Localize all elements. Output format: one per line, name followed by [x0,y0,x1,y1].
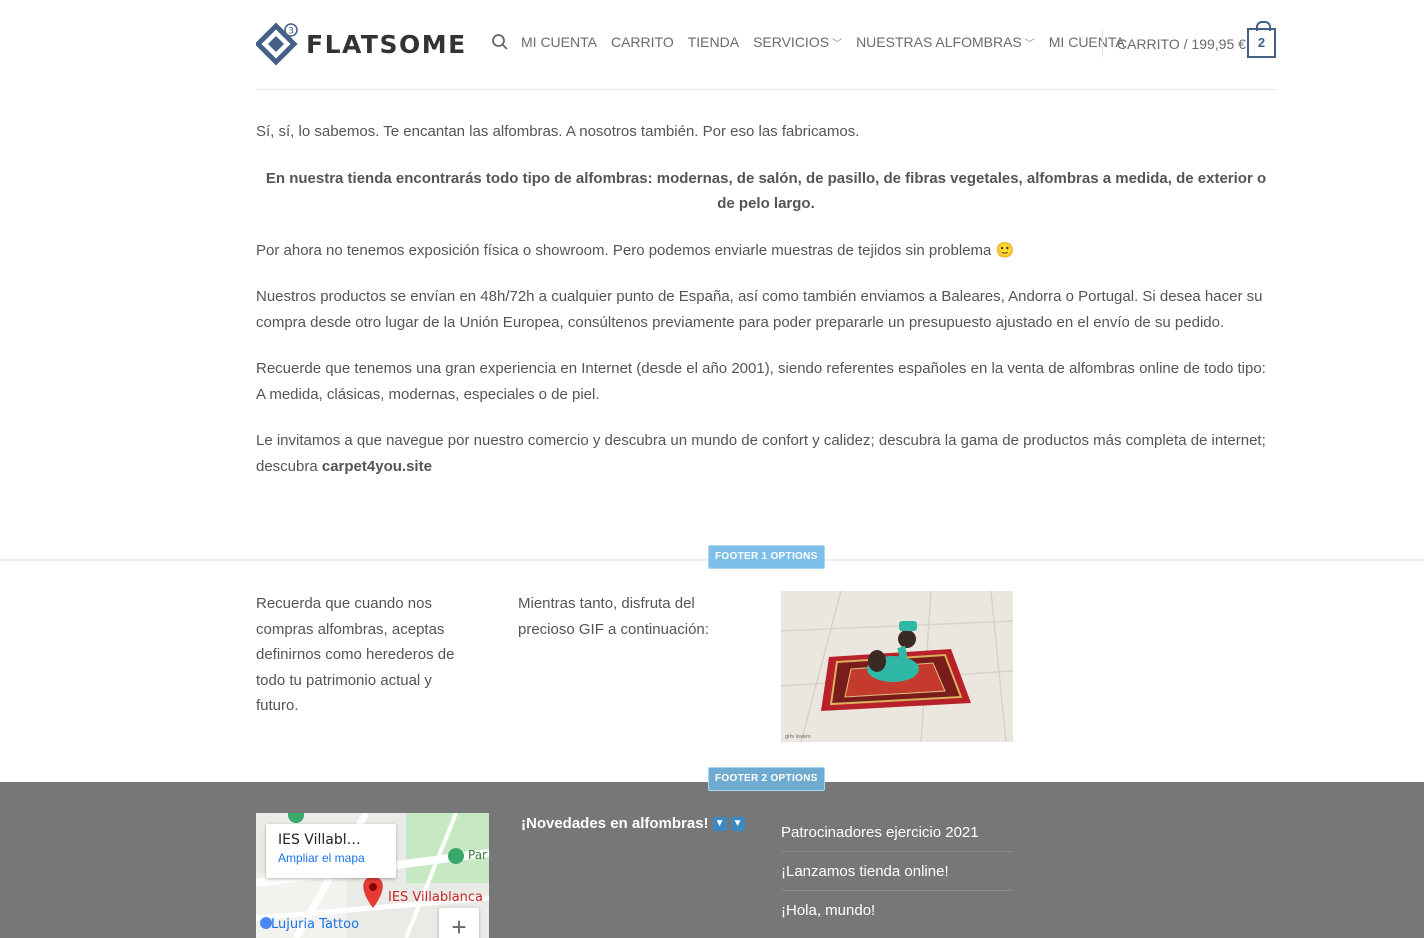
page-content: Sí, sí, lo sabemos. Te encantan las alfo… [256,119,1276,500]
footer1-col-text: Recuerda que cuando nos compras alfombra… [256,595,455,714]
site-link[interactable]: carpet4you.site [322,458,432,475]
logo-badge: 3 [288,27,294,37]
post-link[interactable]: Patrocinadores ejercicio 2021 [781,813,1013,852]
news-title: ¡Novedades en alfombras! ▼ ▼ [521,815,745,832]
footer2-section [0,782,1424,938]
nav-item-carrito[interactable]: CARRITO [611,34,674,50]
park-label: Par de [468,848,489,862]
carpet-gif-illustration: gifs lovers [781,591,1013,742]
embedded-map[interactable]: Par de IES Villablanca Lujuria Tattoo IE… [256,813,489,938]
down-arrow-icon: ▼ [730,816,745,831]
map-pin-label: IES Villablanca [388,890,483,905]
carpet-gif-image: gifs lovers [781,591,1013,742]
footer2-options-badge[interactable]: FOOTER 2 OPTIONS [708,767,825,791]
footer1-col-gif-intro: Mientras tanto, disfruta del precioso GI… [518,595,709,638]
site-logo[interactable]: 3 FLATSOME [256,22,467,66]
invite-paragraph: Le invitamos a que navegue por nuestro c… [256,432,1266,475]
nav-item-tienda[interactable]: TIENDA [688,34,739,50]
intro-paragraph: Sí, sí, lo sabemos. Te encantan las alfo… [256,123,860,140]
nav-divider [1102,29,1103,57]
nav-item-nuestras-alfombras[interactable]: NUESTRAS ALFOMBRAS ﹀ [856,34,1035,50]
experience-paragraph: Recuerde que tenemos una gran experienci… [256,360,1266,403]
down-arrow-icon: ▼ [712,816,727,831]
nav-item-mi-cuenta-2[interactable]: MI CUENTA [1049,34,1125,50]
nav-item-servicios[interactable]: SERVICIOS ﹀ [753,34,842,50]
gif-caption: gifs lovers [785,734,811,740]
cart-link[interactable]: CARRITO / 199,95 € [1117,36,1246,52]
footer1-options-badge[interactable]: FOOTER 1 OPTIONS [708,545,825,569]
logo-text: FLATSOME [306,29,467,59]
post-link[interactable]: ¡Lanzamos tienda online! [781,852,1013,891]
park-icon [448,848,464,864]
map-place-title: IES Villabl… [278,832,361,848]
search-icon[interactable] [491,33,509,51]
main-nav: MI CUENTA CARRITO TIENDA SERVICIOS ﹀ NUES… [491,33,1139,51]
logo-icon: 3 [256,22,298,66]
map-zoom-in-button[interactable]: + [439,908,479,938]
nav-item-mi-cuenta[interactable]: MI CUENTA [521,34,597,50]
map-street-label: Lujuria Tattoo [271,917,359,932]
chevron-down-icon: ﹀ [832,38,843,50]
map-enlarge-link[interactable]: Ampliar el mapa [278,851,384,865]
map-info-card: IES Villabl… Ampliar el mapa [266,824,396,878]
recent-posts-list: Patrocinadores ejercicio 2021 ¡Lanzamos … [781,813,1013,930]
post-link[interactable]: ¡Hola, mundo! [781,891,1013,930]
site-header: 3 FLATSOME MI CUENTA CARRITO TIENDA SERV… [256,0,1276,90]
showroom-paragraph: Por ahora no tenemos exposición física o… [256,241,1015,259]
shipping-paragraph: Nuestros productos se envían en 48h/72h … [256,288,1263,331]
chevron-down-icon: ﹀ [1024,38,1035,50]
cart-count-icon[interactable]: 2 [1247,21,1276,58]
highlight-paragraph: En nuestra tienda encontrarás todo tipo … [265,169,1267,213]
